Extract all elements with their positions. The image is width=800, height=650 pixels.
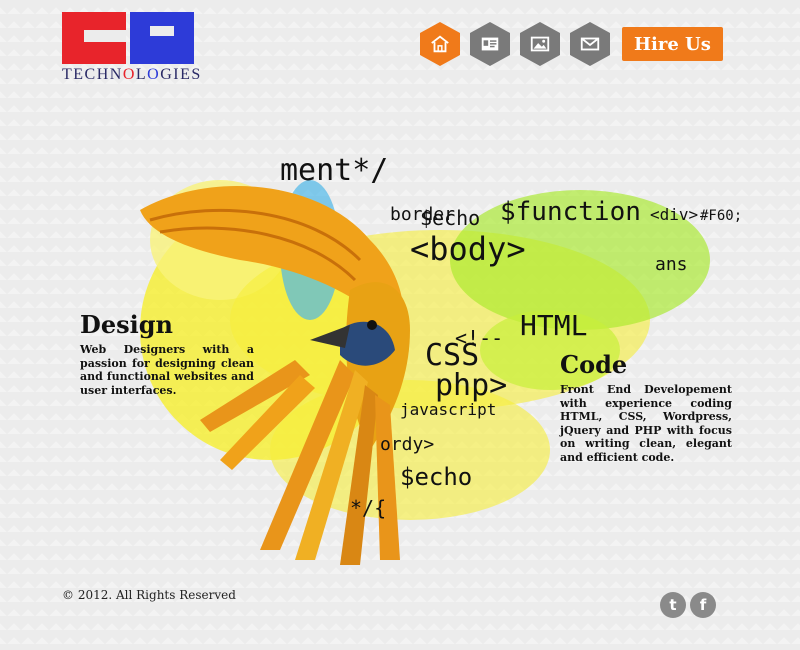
logo-letter-r <box>130 12 194 64</box>
code-word: javascript <box>400 400 496 419</box>
code-heading: Code <box>560 350 628 379</box>
logo-tagline: TECHNOLOGIES <box>62 66 202 83</box>
social-links: t f <box>660 592 720 618</box>
code-word: HTML <box>520 309 587 342</box>
nav-home-button[interactable] <box>420 22 460 66</box>
nav-portfolio-button[interactable] <box>520 22 560 66</box>
code-word: ordy> <box>380 434 434 455</box>
logo-letter-g <box>62 12 126 64</box>
code-word: <div> <box>650 205 698 224</box>
id-card-icon <box>481 37 499 51</box>
hire-us-button[interactable]: Hire Us <box>622 27 723 61</box>
code-word: ans <box>655 254 688 275</box>
code-word: */{ <box>350 496 386 520</box>
site-logo[interactable]: TECHNOLOGIES <box>62 12 202 90</box>
design-description: Web Designers with a passion for designi… <box>80 343 254 397</box>
code-word: <!-- <box>455 326 503 350</box>
home-icon <box>431 35 449 53</box>
copyright-text: © 2012. All Rights Reserved <box>62 588 236 602</box>
code-word: php> <box>435 368 507 403</box>
logo-mark <box>62 12 202 64</box>
design-heading: Design <box>80 310 173 339</box>
code-word: $function <box>500 197 641 227</box>
facebook-icon[interactable]: f <box>690 592 716 618</box>
nav-contact-button[interactable] <box>570 22 610 66</box>
nav-about-button[interactable] <box>470 22 510 66</box>
twitter-icon[interactable]: t <box>660 592 686 618</box>
code-description: Front End Developement with experience c… <box>560 383 732 464</box>
mail-icon <box>580 37 600 51</box>
code-word: $echo <box>400 463 472 491</box>
main-nav: Hire Us <box>420 22 723 66</box>
code-word: $echo <box>420 206 480 230</box>
code-word: #F60; <box>700 208 740 224</box>
code-word: <body> <box>410 230 526 268</box>
image-icon <box>530 36 550 52</box>
code-word: ment*/ <box>280 153 388 188</box>
